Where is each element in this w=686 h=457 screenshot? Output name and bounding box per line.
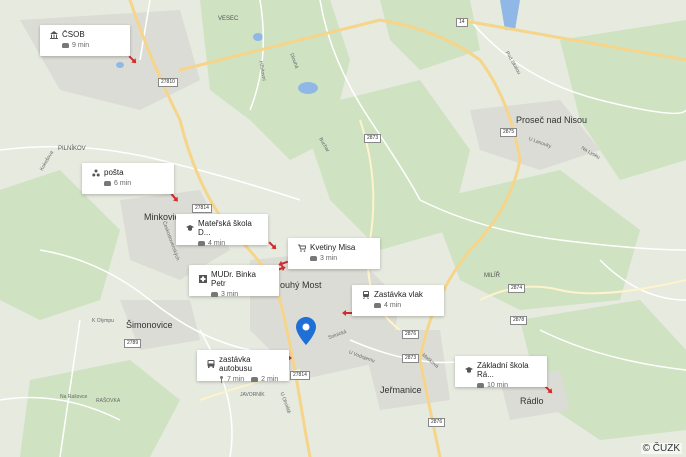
poi-name: Mateřská škola D...: [198, 219, 252, 237]
train-icon: [362, 290, 370, 299]
bank-icon: [50, 30, 58, 39]
poi-time-car: 2 min: [261, 376, 279, 383]
poi-name: Zastávka vlak: [374, 290, 423, 299]
poi-time-car: 4 min: [384, 302, 402, 309]
road-shield: 27810: [158, 78, 178, 87]
road-shield: 2876: [428, 418, 446, 427]
place-jermanice: Jeřmanice: [380, 385, 422, 395]
road-shield: 14: [456, 18, 468, 27]
poi-card-zakladni-skola[interactable]: Základní škola Rá... 10 min: [455, 356, 547, 389]
car-icon: [477, 383, 484, 388]
street-javornik: JAVORNÍK: [240, 392, 265, 398]
poi-card-kvetiny-misa[interactable]: Kvetiny Misa 3 min: [288, 238, 380, 269]
poi-time-car: 3 min: [320, 255, 338, 262]
medical-cross-icon: [199, 275, 207, 283]
road-shield: 27814: [290, 371, 310, 380]
poi-card-mudr-binka[interactable]: MUDr. Binka Petr 3 min: [189, 265, 279, 298]
map-base-layer: [0, 0, 686, 457]
street-rasovka: RAŠOVKA: [96, 398, 121, 404]
road-shield: 27814: [192, 204, 212, 213]
poi-card-posta[interactable]: pošta 6 min: [82, 163, 174, 194]
car-icon: [62, 43, 69, 48]
poi-time-car: 6 min: [114, 180, 132, 187]
poi-time-car: 3 min: [221, 291, 239, 298]
place-radlo: Rádlo: [520, 396, 544, 406]
poi-name: MUDr. Binka Petr: [211, 270, 256, 288]
poi-name: zastávka autobusu: [219, 355, 252, 373]
place-vesec: VESEC: [218, 16, 239, 22]
place-dlouhy-most: ouhý Most: [280, 280, 322, 290]
location-marker-icon[interactable]: [296, 317, 316, 345]
poi-name: ČSOB: [62, 30, 85, 39]
shopping-cart-icon: [298, 244, 307, 252]
poi-card-zastavka-vlak[interactable]: Zastávka vlak 4 min: [352, 285, 444, 316]
road-shield: 2873: [402, 354, 420, 363]
poi-card-zastavka-autobusu[interactable]: zastávka autobusu 7 min 2 min: [197, 350, 289, 383]
poi-card-materska-skola[interactable]: Mateřská škola D... 4 min: [176, 214, 268, 247]
road-shield: 2876: [402, 330, 420, 339]
poi-name: Kvetiny Misa: [310, 243, 356, 252]
poi-time-car: 9 min: [72, 42, 90, 49]
school-icon: [465, 366, 473, 374]
car-icon: [198, 241, 205, 246]
place-simonovice: Šimonovice: [126, 320, 173, 330]
bus-icon: [207, 360, 215, 368]
poi-name: pošta: [104, 168, 124, 177]
poi-card-csob[interactable]: ČSOB 9 min: [40, 25, 130, 56]
car-icon: [104, 181, 111, 186]
road-shield: 2874: [508, 284, 526, 293]
road-shield: 2878: [510, 316, 528, 325]
car-icon: [251, 377, 259, 382]
road-shield: 2875: [500, 128, 518, 137]
poi-time-car: 10 min: [487, 382, 509, 389]
poi-time-walk: 7 min: [227, 376, 245, 383]
place-prosec: Proseč nad Nisou: [516, 115, 588, 125]
street-na-rasovce: Na Rašovce: [60, 394, 88, 400]
map-copyright[interactable]: © ČUZK: [640, 443, 682, 454]
school-icon: [186, 224, 194, 232]
place-pilnikov: PILNÍKOV: [58, 146, 86, 152]
post-icon: [92, 169, 100, 177]
road-shield: 2789: [124, 339, 142, 348]
map-canvas[interactable]: Minkovice Šimonovice ouhý Most Jeřmanice…: [0, 0, 686, 457]
street-k-olympu: K Olympu: [92, 318, 114, 324]
poi-pointer-arrow: [344, 312, 352, 314]
poi-time-car: 4 min: [208, 240, 226, 247]
car-icon: [211, 292, 218, 297]
place-milir: MILÍŘ: [484, 273, 501, 279]
poi-name: Základní škola Rá...: [477, 361, 529, 379]
car-icon: [374, 303, 381, 308]
road-shield: 2873: [364, 134, 382, 143]
walk-icon: [219, 376, 224, 383]
car-icon: [310, 256, 317, 261]
